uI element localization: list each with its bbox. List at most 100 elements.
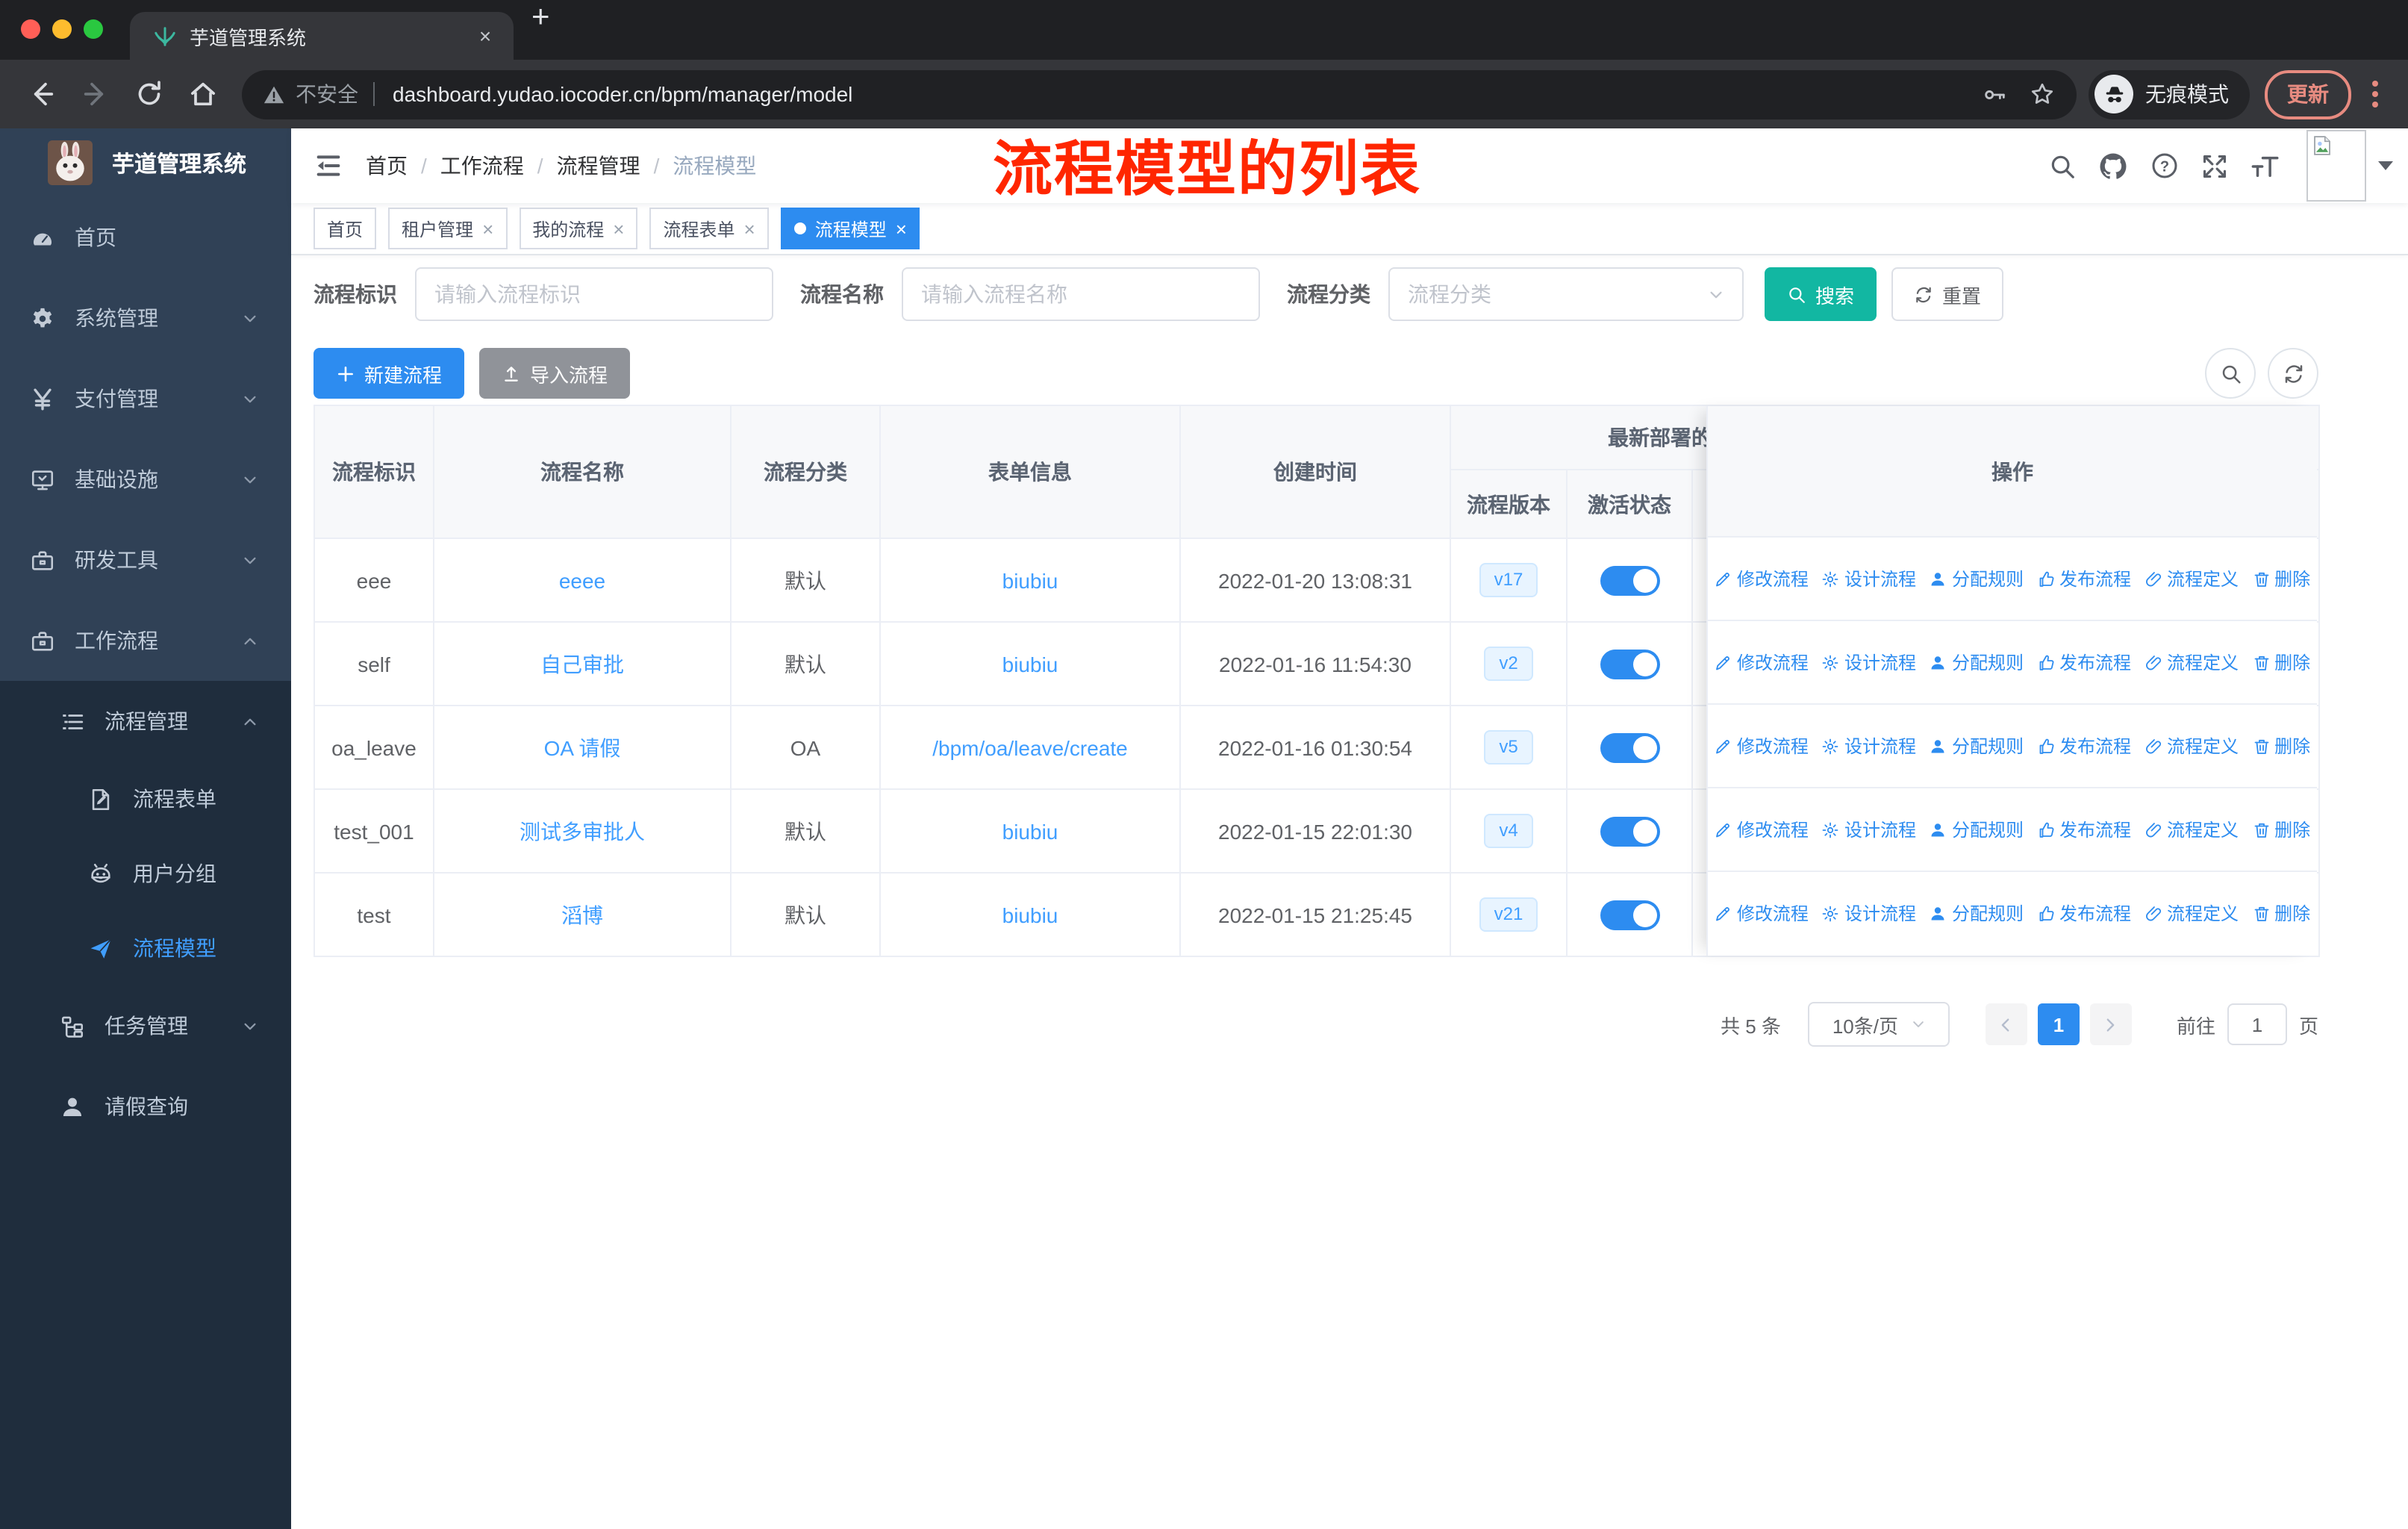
- breadcrumb-item[interactable]: 流程管理: [557, 151, 640, 181]
- process-name-link[interactable]: 滔博: [561, 903, 603, 927]
- reload-icon[interactable]: [134, 79, 164, 109]
- process-definition-link[interactable]: 流程定义: [2145, 900, 2239, 926]
- process-definition-link[interactable]: 流程定义: [2145, 650, 2239, 675]
- new-tab-button[interactable]: [531, 0, 550, 36]
- refresh-table-button[interactable]: [2268, 348, 2318, 399]
- design-process-link[interactable]: 设计流程: [1822, 817, 1916, 842]
- modify-process-link[interactable]: 修改流程: [1715, 817, 1809, 842]
- sidebar-item-system[interactable]: 系统管理: [0, 278, 291, 358]
- home-icon[interactable]: [188, 79, 218, 109]
- reset-button[interactable]: 重置: [1891, 267, 2004, 321]
- modify-process-link[interactable]: 修改流程: [1715, 566, 1809, 591]
- version-badge[interactable]: v5: [1484, 730, 1533, 764]
- sidebar-item-user-group[interactable]: 用户分组: [0, 836, 291, 911]
- filter-id-input[interactable]: [415, 267, 773, 321]
- sidebar-item-pay[interactable]: 支付管理: [0, 358, 291, 439]
- process-definition-link[interactable]: 流程定义: [2145, 566, 2239, 591]
- design-process-link[interactable]: 设计流程: [1822, 566, 1916, 591]
- github-icon[interactable]: [2097, 150, 2129, 181]
- fullscreen-icon[interactable]: [2200, 152, 2229, 180]
- assign-rule-link[interactable]: 分配规则: [1930, 733, 2024, 759]
- active-toggle[interactable]: [1600, 900, 1659, 929]
- browser-menu-icon[interactable]: [2363, 81, 2387, 108]
- process-definition-link[interactable]: 流程定义: [2145, 733, 2239, 759]
- page-size-select[interactable]: 10条/页: [1807, 1002, 1950, 1047]
- font-size-icon[interactable]: [2250, 150, 2281, 181]
- process-name-link[interactable]: OA 请假: [544, 735, 621, 759]
- modify-process-link[interactable]: 修改流程: [1715, 650, 1809, 675]
- sidebar-item-process-model[interactable]: 流程模型: [0, 911, 291, 985]
- avatar[interactable]: [2306, 130, 2366, 202]
- version-badge[interactable]: v17: [1479, 563, 1538, 597]
- close-window-button[interactable]: [21, 19, 40, 39]
- form-info-link[interactable]: biubiu: [1002, 819, 1058, 843]
- version-badge[interactable]: v2: [1484, 647, 1533, 681]
- browser-tab[interactable]: 芋道管理系统: [130, 12, 514, 60]
- filter-name-input[interactable]: [902, 267, 1260, 321]
- active-toggle[interactable]: [1600, 649, 1659, 679]
- tag-close-icon[interactable]: [482, 219, 493, 238]
- form-info-link[interactable]: biubiu: [1002, 903, 1058, 927]
- goto-page-input[interactable]: [2227, 1003, 2287, 1045]
- next-page-button[interactable]: [2089, 1003, 2132, 1045]
- form-info-link[interactable]: biubiu: [1002, 568, 1058, 592]
- publish-process-link[interactable]: 发布流程: [2037, 900, 2131, 926]
- password-key-icon[interactable]: [1983, 81, 2008, 107]
- version-badge[interactable]: v4: [1484, 814, 1533, 848]
- process-name-link[interactable]: 自己审批: [540, 652, 624, 676]
- update-button[interactable]: 更新: [2265, 69, 2351, 119]
- import-process-button[interactable]: 导入流程: [479, 348, 631, 399]
- tag-tenant[interactable]: 租户管理: [388, 208, 508, 249]
- publish-process-link[interactable]: 发布流程: [2037, 650, 2131, 675]
- tag-home[interactable]: 首页: [314, 208, 377, 249]
- delete-link[interactable]: 删除: [2252, 733, 2310, 759]
- search-button[interactable]: 搜索: [1765, 267, 1877, 321]
- bookmark-star-icon[interactable]: [2029, 81, 2056, 108]
- current-page-button[interactable]: 1: [2037, 1003, 2080, 1045]
- assign-rule-link[interactable]: 分配规则: [1930, 566, 2024, 591]
- publish-process-link[interactable]: 发布流程: [2037, 817, 2131, 842]
- active-toggle[interactable]: [1600, 565, 1659, 595]
- sidebar-item-home[interactable]: 首页: [0, 197, 291, 278]
- sidebar-item-process-form[interactable]: 流程表单: [0, 762, 291, 836]
- sidebar-fold-icon[interactable]: [314, 151, 343, 181]
- sidebar-item-task-management[interactable]: 任务管理: [0, 985, 291, 1066]
- delete-link[interactable]: 删除: [2252, 900, 2310, 926]
- back-icon[interactable]: [27, 79, 57, 109]
- design-process-link[interactable]: 设计流程: [1822, 733, 1916, 759]
- sidebar-item-leave-query[interactable]: 请假查询: [0, 1066, 291, 1147]
- modify-process-link[interactable]: 修改流程: [1715, 733, 1809, 759]
- publish-process-link[interactable]: 发布流程: [2037, 566, 2131, 591]
- form-info-link[interactable]: biubiu: [1002, 652, 1058, 676]
- process-name-link[interactable]: eeee: [559, 568, 605, 592]
- assign-rule-link[interactable]: 分配规则: [1930, 900, 2024, 926]
- minimize-window-button[interactable]: [52, 19, 72, 39]
- tag-close-icon[interactable]: [744, 219, 755, 238]
- tag-process-form[interactable]: 流程表单: [649, 208, 769, 249]
- version-badge[interactable]: v21: [1479, 897, 1538, 932]
- show-search-button[interactable]: [2205, 348, 2256, 399]
- tab-close-icon[interactable]: [472, 24, 499, 48]
- caret-down-icon[interactable]: [2378, 161, 2393, 170]
- breadcrumb-item[interactable]: 首页: [366, 151, 408, 181]
- modify-process-link[interactable]: 修改流程: [1715, 900, 1809, 926]
- forward-icon[interactable]: [81, 79, 110, 109]
- prev-page-button[interactable]: [1985, 1003, 2027, 1045]
- process-name-link[interactable]: 测试多审批人: [520, 819, 645, 843]
- sidebar-item-devtools[interactable]: 研发工具: [0, 520, 291, 600]
- sidebar-item-workflow[interactable]: 工作流程: [0, 600, 291, 681]
- assign-rule-link[interactable]: 分配规则: [1930, 650, 2024, 675]
- maximize-window-button[interactable]: [84, 19, 103, 39]
- publish-process-link[interactable]: 发布流程: [2037, 733, 2131, 759]
- process-definition-link[interactable]: 流程定义: [2145, 817, 2239, 842]
- active-toggle[interactable]: [1600, 732, 1659, 762]
- tag-close-icon[interactable]: [613, 219, 624, 238]
- delete-link[interactable]: 删除: [2252, 817, 2310, 842]
- create-process-button[interactable]: 新建流程: [314, 348, 465, 399]
- sidebar-logo[interactable]: 芋道管理系统: [0, 128, 291, 197]
- sidebar-item-process-management[interactable]: 流程管理: [0, 681, 291, 762]
- breadcrumb-item[interactable]: 工作流程: [440, 151, 524, 181]
- search-icon[interactable]: [2048, 152, 2077, 180]
- design-process-link[interactable]: 设计流程: [1822, 650, 1916, 675]
- tag-process-model[interactable]: 流程模型: [780, 208, 920, 249]
